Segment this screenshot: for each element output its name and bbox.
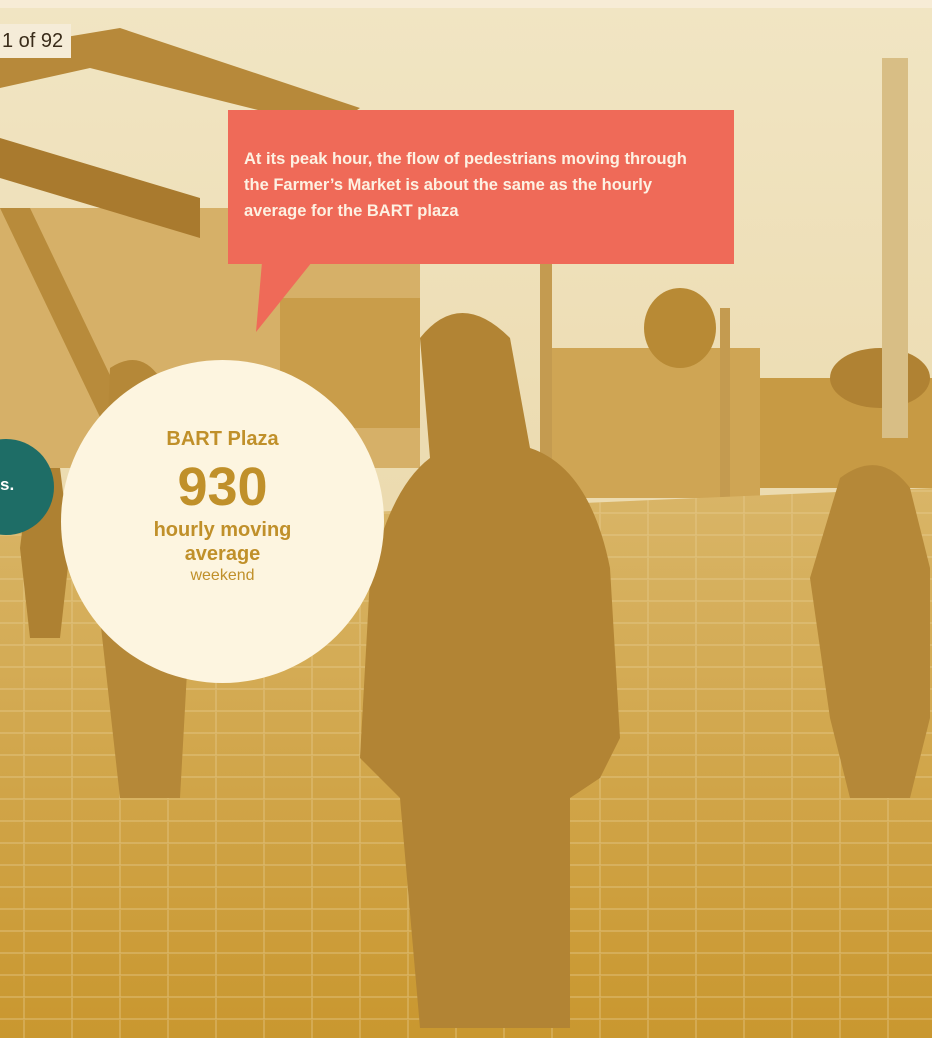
callout-text: At its peak hour, the flow of pedestrian… bbox=[244, 150, 687, 220]
stat-label-text: hourly moving average bbox=[153, 519, 292, 565]
stat-sublabel: weekend bbox=[190, 567, 255, 584]
page-counter: 1 of 92 bbox=[0, 24, 72, 58]
stat-circle: BART Plaza 930 hourly moving average wee… bbox=[61, 360, 384, 683]
stat-label: hourly moving average bbox=[61, 518, 384, 566]
stat-value: 930 bbox=[177, 457, 268, 517]
top-border bbox=[0, 0, 932, 8]
side-badge-text: s. bbox=[0, 475, 15, 494]
stat-title: BART Plaza bbox=[166, 428, 279, 450]
callout-tail bbox=[256, 262, 312, 332]
callout-box: At its peak hour, the flow of pedestrian… bbox=[228, 110, 734, 264]
